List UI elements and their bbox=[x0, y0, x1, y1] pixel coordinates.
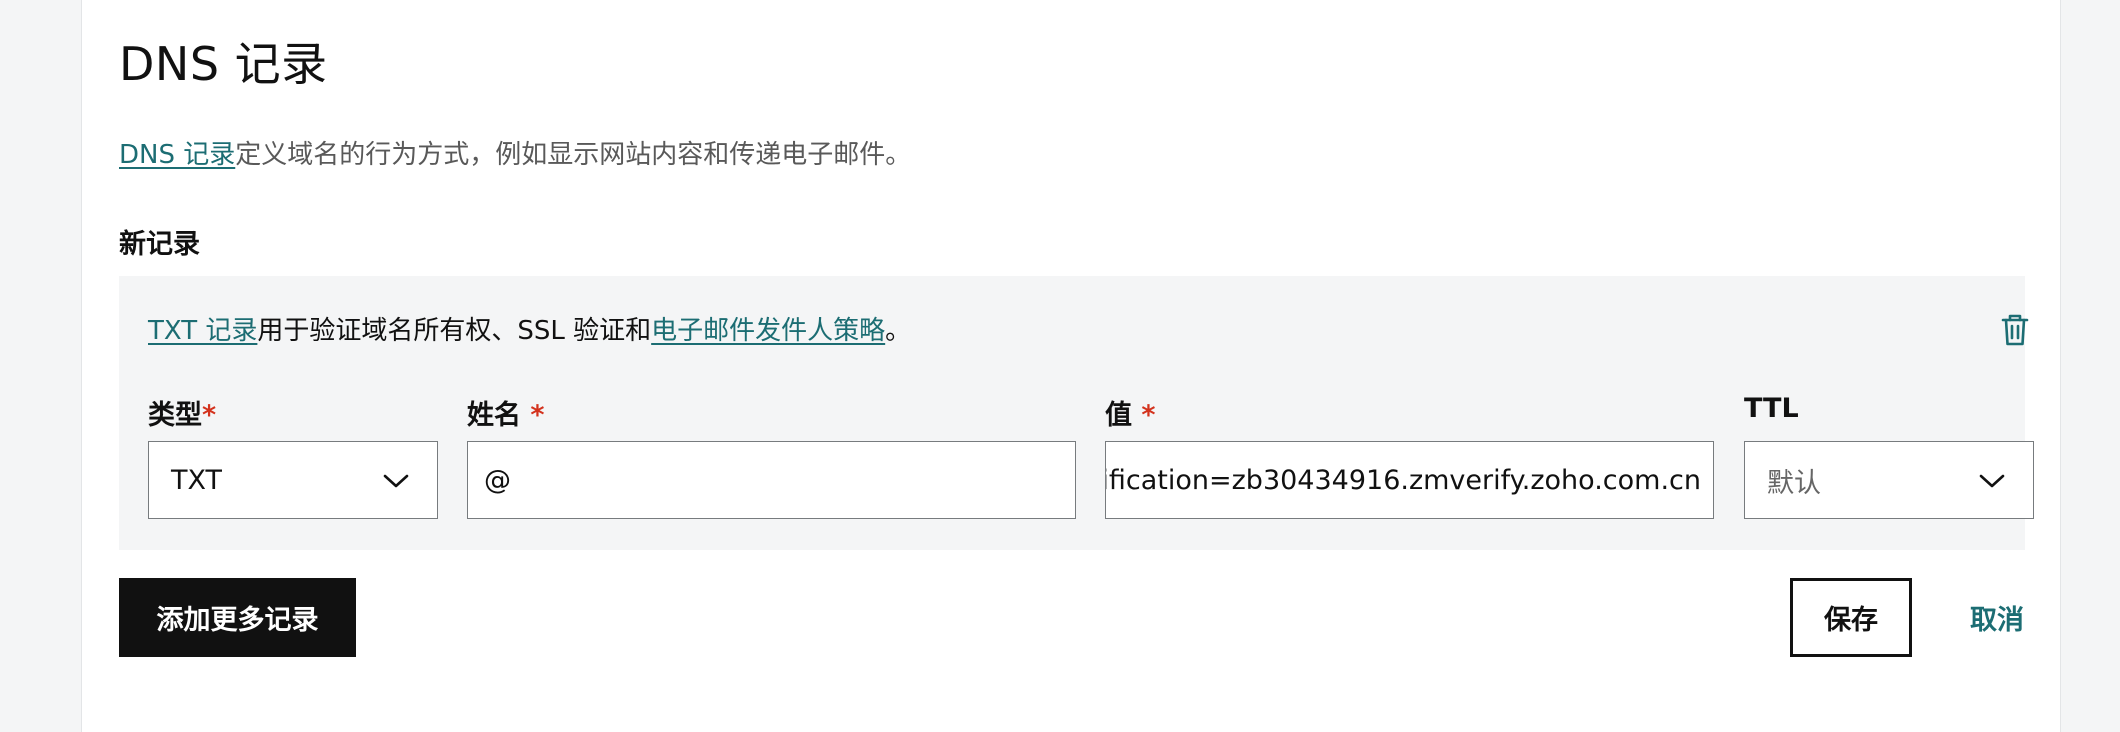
name-input-value: @ bbox=[484, 464, 511, 496]
type-label: 类型* bbox=[148, 393, 216, 432]
description-text: 定义域名的行为方式，例如显示网站内容和传递电子邮件。 bbox=[235, 140, 912, 170]
chevron-down-icon bbox=[383, 472, 409, 490]
txt-record-help-link[interactable]: TXT 记录 bbox=[148, 316, 257, 346]
ttl-label: TTL bbox=[1744, 393, 1799, 424]
record-info-text: 用于验证域名所有权、SSL 验证和 bbox=[257, 316, 652, 346]
ttl-select[interactable]: 默认 bbox=[1744, 441, 2034, 519]
type-select[interactable]: TXT bbox=[148, 441, 438, 519]
value-input[interactable]: zoho-verification=zb30434916.zmverify.zo… bbox=[1105, 441, 1714, 519]
dns-records-panel: DNS 记录 DNS 记录定义域名的行为方式，例如显示网站内容和传递电子邮件。 … bbox=[81, 0, 2061, 732]
save-button[interactable]: 保存 bbox=[1790, 578, 1912, 657]
new-record-card: TXT 记录用于验证域名所有权、SSL 验证和电子邮件发件人策略。 类型* TX… bbox=[119, 276, 2034, 550]
name-label-text: 姓名 bbox=[467, 400, 531, 431]
required-mark: * bbox=[1141, 400, 1156, 431]
ttl-select-value: 默认 bbox=[1767, 467, 1821, 499]
required-mark: * bbox=[202, 400, 217, 431]
name-label: 姓名 * bbox=[467, 393, 545, 432]
chevron-down-icon bbox=[1979, 472, 2005, 490]
dns-records-help-link[interactable]: DNS 记录 bbox=[119, 140, 235, 170]
new-record-label: 新记录 bbox=[119, 229, 200, 260]
page-description: DNS 记录定义域名的行为方式，例如显示网站内容和传递电子邮件。 bbox=[119, 134, 911, 171]
type-select-value: TXT bbox=[171, 464, 223, 496]
value-label-text: 值 bbox=[1105, 400, 1142, 431]
trash-icon[interactable] bbox=[1996, 310, 2034, 350]
required-mark: * bbox=[530, 400, 545, 431]
add-more-records-button[interactable]: 添加更多记录 bbox=[119, 578, 356, 657]
page-title: DNS 记录 bbox=[119, 37, 328, 91]
record-type-info: TXT 记录用于验证域名所有权、SSL 验证和电子邮件发件人策略。 bbox=[148, 310, 911, 347]
cancel-button[interactable]: 取消 bbox=[1970, 598, 2024, 637]
name-input[interactable]: @ bbox=[467, 441, 1076, 519]
type-label-text: 类型 bbox=[148, 400, 202, 431]
email-sender-policy-link[interactable]: 电子邮件发件人策略 bbox=[651, 316, 885, 346]
record-info-end: 。 bbox=[885, 316, 912, 346]
value-input-scroll: zoho-verification=zb30434916.zmverify.zo… bbox=[1106, 465, 1713, 496]
value-label: 值 * bbox=[1105, 393, 1156, 432]
value-input-value: zoho-verification=zb30434916.zmverify.zo… bbox=[1106, 464, 1701, 496]
